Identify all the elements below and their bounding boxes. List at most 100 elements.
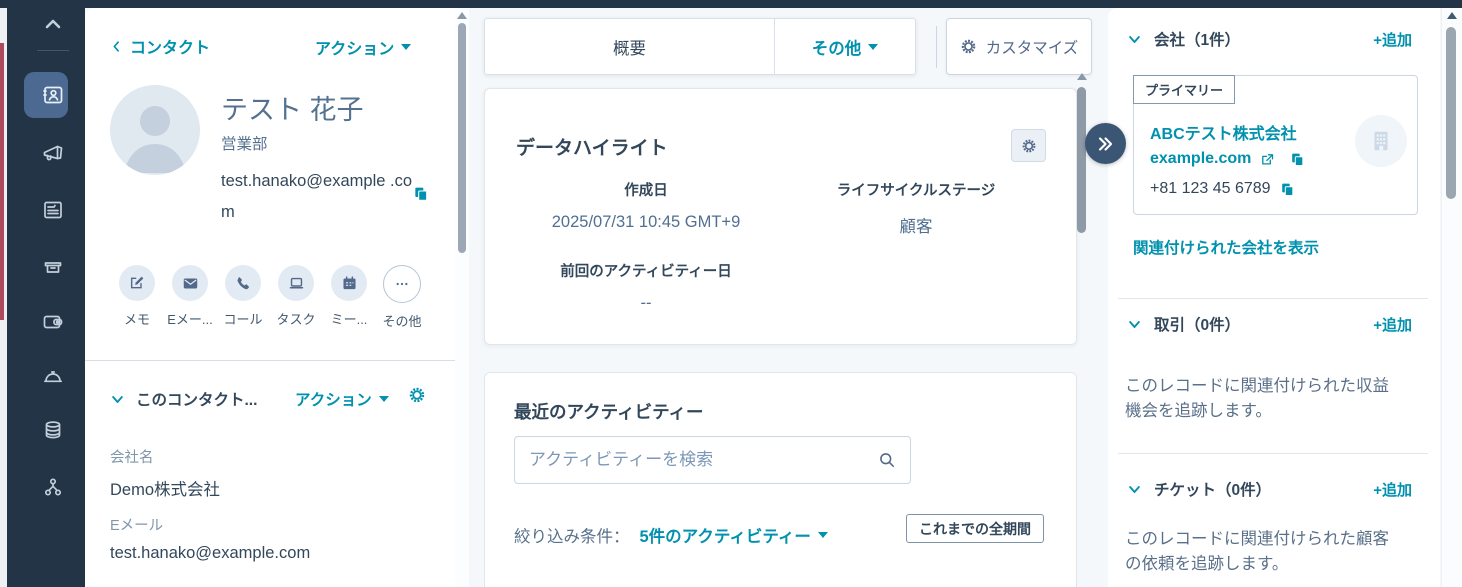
customize-button[interactable]: カスタマイズ: [946, 18, 1092, 75]
quick-action-label: メモ: [123, 312, 150, 327]
quick-action-label: コール: [223, 312, 263, 327]
contact-left-panel: コンタクト アクション テスト 花子 営業部 test.hanako@examp…: [85, 8, 455, 587]
deals-section-header: 取引（0件） +追加: [1127, 313, 1412, 335]
add-ticket-link[interactable]: +追加: [1373, 479, 1412, 500]
contact-email[interactable]: test.hanako@example .com: [221, 166, 417, 228]
building-icon: [1374, 131, 1388, 151]
section-divider: [1118, 453, 1428, 454]
highlight-label: ライフサイクルステージ: [836, 183, 996, 199]
field-value[interactable]: test.hanako@example.com: [110, 544, 310, 563]
tickets-description-line: このレコードに関連付けられた顧客: [1125, 530, 1389, 548]
quick-action-task[interactable]: タスク: [270, 265, 322, 330]
chevron-down-icon[interactable]: [110, 392, 125, 407]
about-actions-dropdown[interactable]: アクション: [295, 388, 389, 410]
expand-right-panel-button[interactable]: [1085, 123, 1126, 164]
sidebar-item-automation[interactable]: [41, 475, 65, 499]
sidebar-item-marketing[interactable]: [41, 141, 65, 165]
tickets-section-header: チケット（0件） +追加: [1127, 478, 1412, 500]
quick-action-meeting[interactable]: ミー...: [323, 265, 375, 330]
gear-icon: [961, 39, 976, 54]
sidebar-item-content[interactable]: [41, 198, 65, 222]
scroll-up-arrow[interactable]: [1077, 73, 1087, 80]
contact-department: 営業部: [221, 136, 268, 153]
activity-filter-dropdown[interactable]: 5件のアクティビティー: [640, 523, 828, 547]
search-icon: [877, 450, 897, 470]
sidebar-item-payments[interactable]: [41, 310, 65, 334]
contact-avatar: [110, 85, 200, 175]
page-scrollbar-thumb[interactable]: [1446, 27, 1456, 199]
add-deal-link[interactable]: +追加: [1373, 314, 1412, 335]
chevron-down-icon[interactable]: [1127, 32, 1142, 47]
about-contact-title: このコンタクト...: [136, 392, 258, 409]
recent-activities-title: 最近のアクティビティー: [514, 402, 704, 422]
data-highlights-card: データハイライト 作成日 2025/07/31 10:45 GMT+9 ライフサ…: [484, 88, 1077, 345]
copy-phone-button[interactable]: [1280, 182, 1295, 197]
chevron-down-icon[interactable]: [1127, 317, 1142, 332]
left-panel-scrollbar-thumb[interactable]: [458, 23, 466, 253]
note-icon: [119, 265, 155, 301]
sidebar-item-data[interactable]: [41, 418, 65, 442]
activity-search-input[interactable]: [515, 437, 910, 483]
companies-section-header: 会社（1件） +追加: [1127, 28, 1412, 50]
actions-label: アクション: [295, 392, 372, 409]
primary-badge: プライマリー: [1133, 75, 1236, 104]
calendar-icon: [331, 265, 367, 301]
activity-filter-row: 絞り込み条件： 5件のアクティビティー: [514, 523, 828, 547]
copy-domain-button[interactable]: [1290, 152, 1305, 167]
company-name-link[interactable]: ABCテスト株式会社: [1150, 120, 1297, 144]
tab-more-label: その他: [811, 39, 862, 58]
center-scrollbar-thumb[interactable]: [1077, 87, 1086, 233]
company-avatar: [1355, 115, 1407, 167]
caret-down-icon: [401, 44, 412, 50]
back-label: コンタクト: [130, 40, 211, 57]
copy-email-button[interactable]: [413, 186, 429, 202]
company-domain-row: example.com: [1150, 150, 1305, 168]
chevron-down-icon[interactable]: [1127, 482, 1142, 497]
person-icon: [124, 106, 186, 173]
toolbar-divider: [936, 26, 937, 68]
nav-divider: [37, 50, 69, 51]
highlight-label: 作成日: [624, 183, 668, 199]
contacts-icon: [43, 86, 63, 104]
scroll-up-arrow[interactable]: [1447, 12, 1457, 19]
sidebar-item-commerce[interactable]: [41, 255, 65, 279]
quick-action-label: Eメー...: [167, 312, 213, 327]
tab-more-dropdown[interactable]: その他: [774, 19, 915, 74]
field-value[interactable]: Demo株式会社: [110, 476, 220, 500]
actions-label: アクション: [315, 41, 395, 58]
external-link-icon[interactable]: [1260, 152, 1275, 167]
add-company-link[interactable]: +追加: [1373, 29, 1412, 50]
data-highlights-settings-button[interactable]: [1011, 129, 1046, 162]
contact-actions-dropdown[interactable]: アクション: [315, 35, 412, 59]
caret-down-icon: [378, 396, 389, 402]
sidebar-item-service[interactable]: [41, 365, 65, 389]
quick-action-call[interactable]: コール: [217, 265, 269, 330]
email-icon: [172, 265, 208, 301]
double-chevron-right-icon: [1098, 136, 1112, 151]
quick-action-label: ミー...: [330, 312, 368, 327]
tab-overview[interactable]: 概要: [485, 19, 774, 74]
quick-action-label: その他: [382, 314, 422, 329]
about-settings-button[interactable]: [408, 386, 426, 404]
date-range-button[interactable]: これまでの全期間: [906, 514, 1044, 543]
task-icon: [278, 265, 314, 301]
chevron-up-icon: [45, 19, 61, 29]
company-phone[interactable]: +81 123 45 6789: [1150, 180, 1271, 198]
company-domain-link[interactable]: example.com: [1150, 150, 1251, 168]
back-to-contacts-link[interactable]: コンタクト: [110, 34, 210, 58]
about-contact-header: このコンタクト...: [110, 388, 257, 410]
view-associated-companies-link[interactable]: 関連付けられた会社を表示: [1133, 236, 1319, 258]
recent-activities-card: 最近のアクティビティー 絞り込み条件： 5件のアクティビティー これまでの全期間: [484, 372, 1077, 587]
quick-action-more[interactable]: その他: [376, 265, 428, 330]
customize-label: カスタマイズ: [985, 39, 1079, 57]
sidebar-item-contacts[interactable]: [41, 83, 65, 107]
data-highlights-title: データハイライト: [516, 138, 668, 159]
quick-action-note[interactable]: メモ: [111, 265, 163, 330]
caret-down-icon: [817, 532, 828, 538]
scroll-up-arrow[interactable]: [457, 12, 467, 19]
companies-section-title: 会社（1件）: [1154, 32, 1241, 49]
field-email: Eメール test.hanako@example.com: [110, 514, 310, 563]
tickets-description-line: の依頼を追跡します。: [1125, 555, 1289, 573]
quick-action-email[interactable]: Eメー...: [164, 265, 216, 330]
collapse-nav-button[interactable]: [41, 12, 65, 36]
